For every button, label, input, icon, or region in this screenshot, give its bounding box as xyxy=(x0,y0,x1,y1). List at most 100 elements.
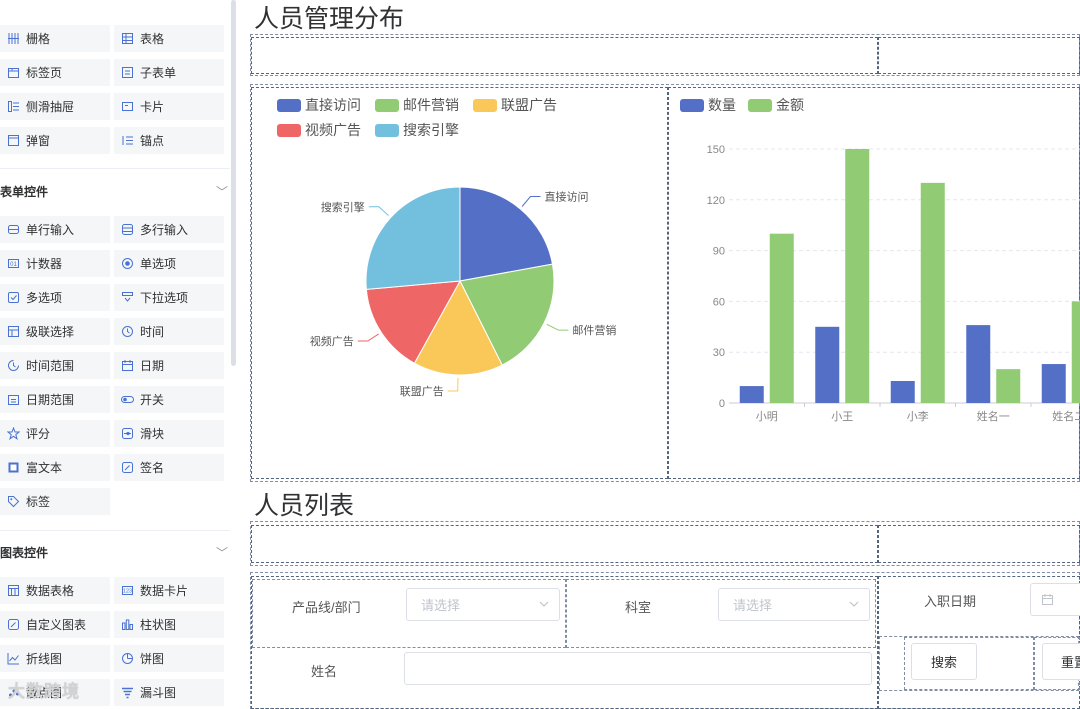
component-item-label: 柱状图 xyxy=(140,618,177,632)
component-item-toggle[interactable]: 开关 xyxy=(114,386,224,413)
component-item-dropdown[interactable]: 下拉选项 xyxy=(114,284,224,311)
sidebar-scrollbar-thumb[interactable] xyxy=(231,0,236,366)
signature-icon xyxy=(114,461,140,474)
table-icon xyxy=(114,32,140,45)
bar-amount[interactable] xyxy=(920,182,945,403)
component-item-drawer[interactable]: 侧滑抽屉 xyxy=(0,93,110,120)
page-title-distribution[interactable]: 人员管理分布 xyxy=(254,0,404,35)
component-item-tag[interactable]: 标签 xyxy=(0,488,110,515)
time-range-icon xyxy=(0,359,26,372)
bar-chart[interactable]: 0 30 60 90 120 150 小明 小王 小李 姓名一 姓名二 xyxy=(669,88,1080,478)
pie-chart[interactable]: 直接访问邮件营销联盟广告 视频广告 搜索引擎 xyxy=(248,88,668,478)
pie-label-line xyxy=(447,377,459,392)
component-item-checkbox[interactable]: 多选项 xyxy=(0,284,110,311)
component-item-label: 栅格 xyxy=(26,32,51,46)
component-item-date-range[interactable]: 日期范围 xyxy=(0,386,110,413)
component-item-line-chart[interactable]: 折线图 xyxy=(0,645,110,672)
name-input[interactable] xyxy=(404,652,872,685)
component-item-data-card[interactable]: 123 数据卡片 xyxy=(114,577,224,604)
chart-controls-section-header[interactable]: 图表控件 ﹀ xyxy=(0,539,230,565)
component-item-clock[interactable]: 时间 xyxy=(114,318,224,345)
component-item-pie-chart[interactable]: 饼图 xyxy=(114,645,224,672)
component-item-cascader[interactable]: 级联选择 xyxy=(0,318,110,345)
pie-label-line xyxy=(357,333,379,342)
component-item-time-range[interactable]: 时间范围 xyxy=(0,352,110,379)
bar-amount[interactable] xyxy=(769,233,794,403)
y-tick-label: 30 xyxy=(713,347,725,359)
bar-quantity[interactable] xyxy=(966,325,991,403)
component-item-label: 漏斗图 xyxy=(140,686,177,700)
component-item-label: 锚点 xyxy=(140,134,165,148)
drawer-icon xyxy=(0,100,26,113)
pie-slice[interactable] xyxy=(365,186,461,290)
product-line-select[interactable]: 请选择 xyxy=(406,588,560,621)
component-item-label: 单选项 xyxy=(140,257,177,271)
component-item-custom-chart[interactable]: 自定义图表 xyxy=(0,611,110,638)
component-item-grid-columns[interactable]: 栅格 xyxy=(0,25,110,52)
component-item-dialog[interactable]: 弹窗 xyxy=(0,127,110,154)
search-button[interactable]: 搜索 xyxy=(911,643,977,680)
component-item-card[interactable]: 卡片 xyxy=(114,93,224,120)
bar-amount[interactable] xyxy=(996,369,1021,403)
custom-chart-icon xyxy=(0,618,26,631)
bar-amount[interactable] xyxy=(845,149,870,403)
component-item-bar-chart[interactable]: 柱状图 xyxy=(114,611,224,638)
grid-columns-icon xyxy=(0,32,26,45)
toggle-icon xyxy=(114,393,140,406)
bar-quantity[interactable] xyxy=(815,326,840,403)
multi-input-icon xyxy=(114,223,140,236)
form-controls-section-header[interactable]: 表单控件 ﹀ xyxy=(0,178,230,204)
bar-quantity[interactable] xyxy=(739,386,764,403)
component-item-slider[interactable]: 滑块 xyxy=(114,420,224,447)
component-item-tabs[interactable]: 标签页 xyxy=(0,59,110,86)
component-item-label: 时间 xyxy=(140,325,165,339)
y-tick-label: 120 xyxy=(707,195,725,207)
pie-slice-label: 视频广告 xyxy=(310,334,354,348)
component-item-counter[interactable]: 01 计数器 xyxy=(0,250,110,277)
column-container-left[interactable] xyxy=(251,525,878,563)
component-item-funnel-chart[interactable]: 漏斗图 xyxy=(114,679,224,706)
chevron-down-icon: ﹀ xyxy=(215,545,228,560)
bar-amount[interactable] xyxy=(1071,301,1080,403)
bar-quantity[interactable] xyxy=(890,380,915,403)
component-item-label: 下拉选项 xyxy=(140,291,189,305)
component-item-radio[interactable]: 单选项 xyxy=(114,250,224,277)
anchor-list-icon xyxy=(114,134,140,147)
component-item-signature[interactable]: 签名 xyxy=(114,454,224,481)
chevron-down-icon xyxy=(849,601,859,607)
x-tick-label: 小明 xyxy=(756,410,778,423)
page-title-list[interactable]: 人员列表 xyxy=(254,486,354,522)
hire-date-picker[interactable] xyxy=(1030,583,1080,616)
component-item-data-table[interactable]: 数据表格 xyxy=(0,577,110,604)
counter-icon: 01 xyxy=(0,257,26,270)
department-select[interactable]: 请选择 xyxy=(718,588,870,621)
star-icon xyxy=(0,427,26,440)
card-icon xyxy=(114,100,140,113)
column-container-left[interactable] xyxy=(251,37,878,74)
component-item-multi-input[interactable]: 多行输入 xyxy=(114,216,224,243)
x-tick-label: 姓名一 xyxy=(977,409,1010,423)
component-item-rich-text[interactable]: 富文本 xyxy=(0,454,110,481)
x-tick-label: 姓名二 xyxy=(1052,409,1080,423)
component-item-label: 开关 xyxy=(140,393,165,407)
y-tick-label: 90 xyxy=(713,246,725,258)
product-line-placeholder: 请选择 xyxy=(421,598,461,613)
column-container-right[interactable] xyxy=(878,37,1080,74)
component-item-table[interactable]: 表格 xyxy=(114,25,224,52)
component-item-calendar[interactable]: 日期 xyxy=(114,352,224,379)
form-controls-section-title: 表单控件 xyxy=(0,184,49,199)
name-label: 姓名 xyxy=(311,664,338,679)
column-container-right[interactable] xyxy=(878,525,1080,563)
component-item-single-input[interactable]: 单行输入 xyxy=(0,216,110,243)
radio-icon xyxy=(114,257,140,270)
component-item-label: 滑块 xyxy=(140,427,165,441)
component-item-anchor-list[interactable]: 锚点 xyxy=(114,127,224,154)
cascader-icon xyxy=(0,325,26,338)
component-item-star[interactable]: 评分 xyxy=(0,420,110,447)
bar-quantity[interactable] xyxy=(1041,364,1066,403)
reset-button[interactable]: 重置 xyxy=(1042,643,1080,680)
y-tick-label: 0 xyxy=(719,398,725,410)
pie-slice-label: 直接访问 xyxy=(544,190,588,204)
component-item-subform[interactable]: 子表单 xyxy=(114,59,224,86)
tabs-icon xyxy=(0,66,26,79)
